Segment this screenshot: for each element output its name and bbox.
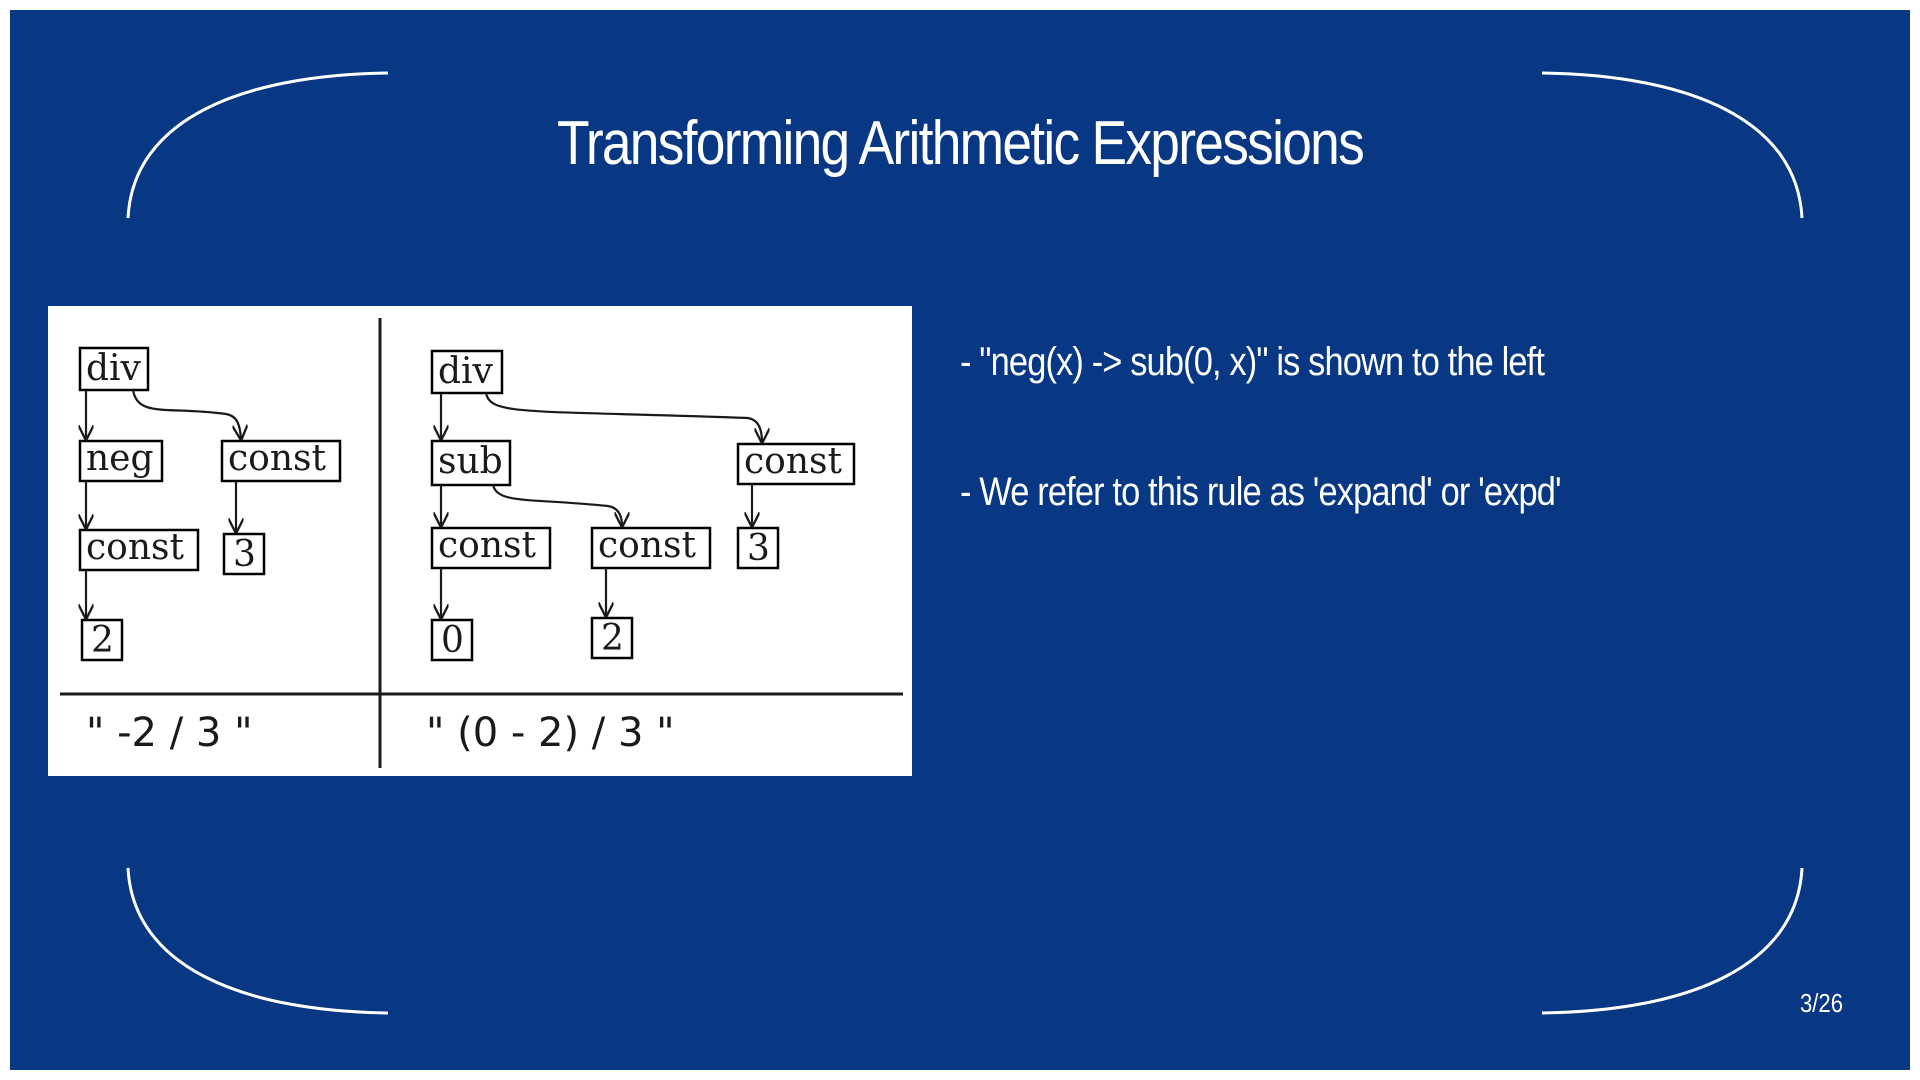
right-div-label: div <box>438 351 494 392</box>
left-div-label: div <box>86 348 142 389</box>
right-leaf-0-label: 0 <box>441 620 464 661</box>
right-sub-label: sub <box>438 441 503 482</box>
right-expression: " (0 - 2) / 3 " <box>426 710 675 756</box>
left-neg-label: neg <box>86 438 154 479</box>
bullet-rule-description: - "neg(x) -> sub(0, x)" is shown to the … <box>960 340 1545 384</box>
left-expression: " -2 / 3 " <box>86 710 252 756</box>
right-const-a-label: const <box>438 525 536 566</box>
page-number: 3/26 <box>1800 988 1844 1018</box>
right-leaf-2-label: 2 <box>601 618 624 659</box>
left-leaf-2-label: 2 <box>91 620 114 661</box>
left-const-b-label: const <box>228 438 326 479</box>
left-leaf-3-label: 3 <box>233 534 256 575</box>
left-const-a-label: const <box>86 527 184 568</box>
right-const-b-label: const <box>598 525 696 566</box>
right-leaf-3-label: 3 <box>747 528 770 569</box>
bullet-rule-name: - We refer to this rule as 'expand' or '… <box>960 470 1562 514</box>
expression-tree-figure: div neg const const 3 2 " -2 / 3 " div s… <box>48 306 912 776</box>
slide-title: Transforming Arithmetic Expressions <box>556 109 1365 178</box>
right-const-c-label: const <box>744 441 842 482</box>
